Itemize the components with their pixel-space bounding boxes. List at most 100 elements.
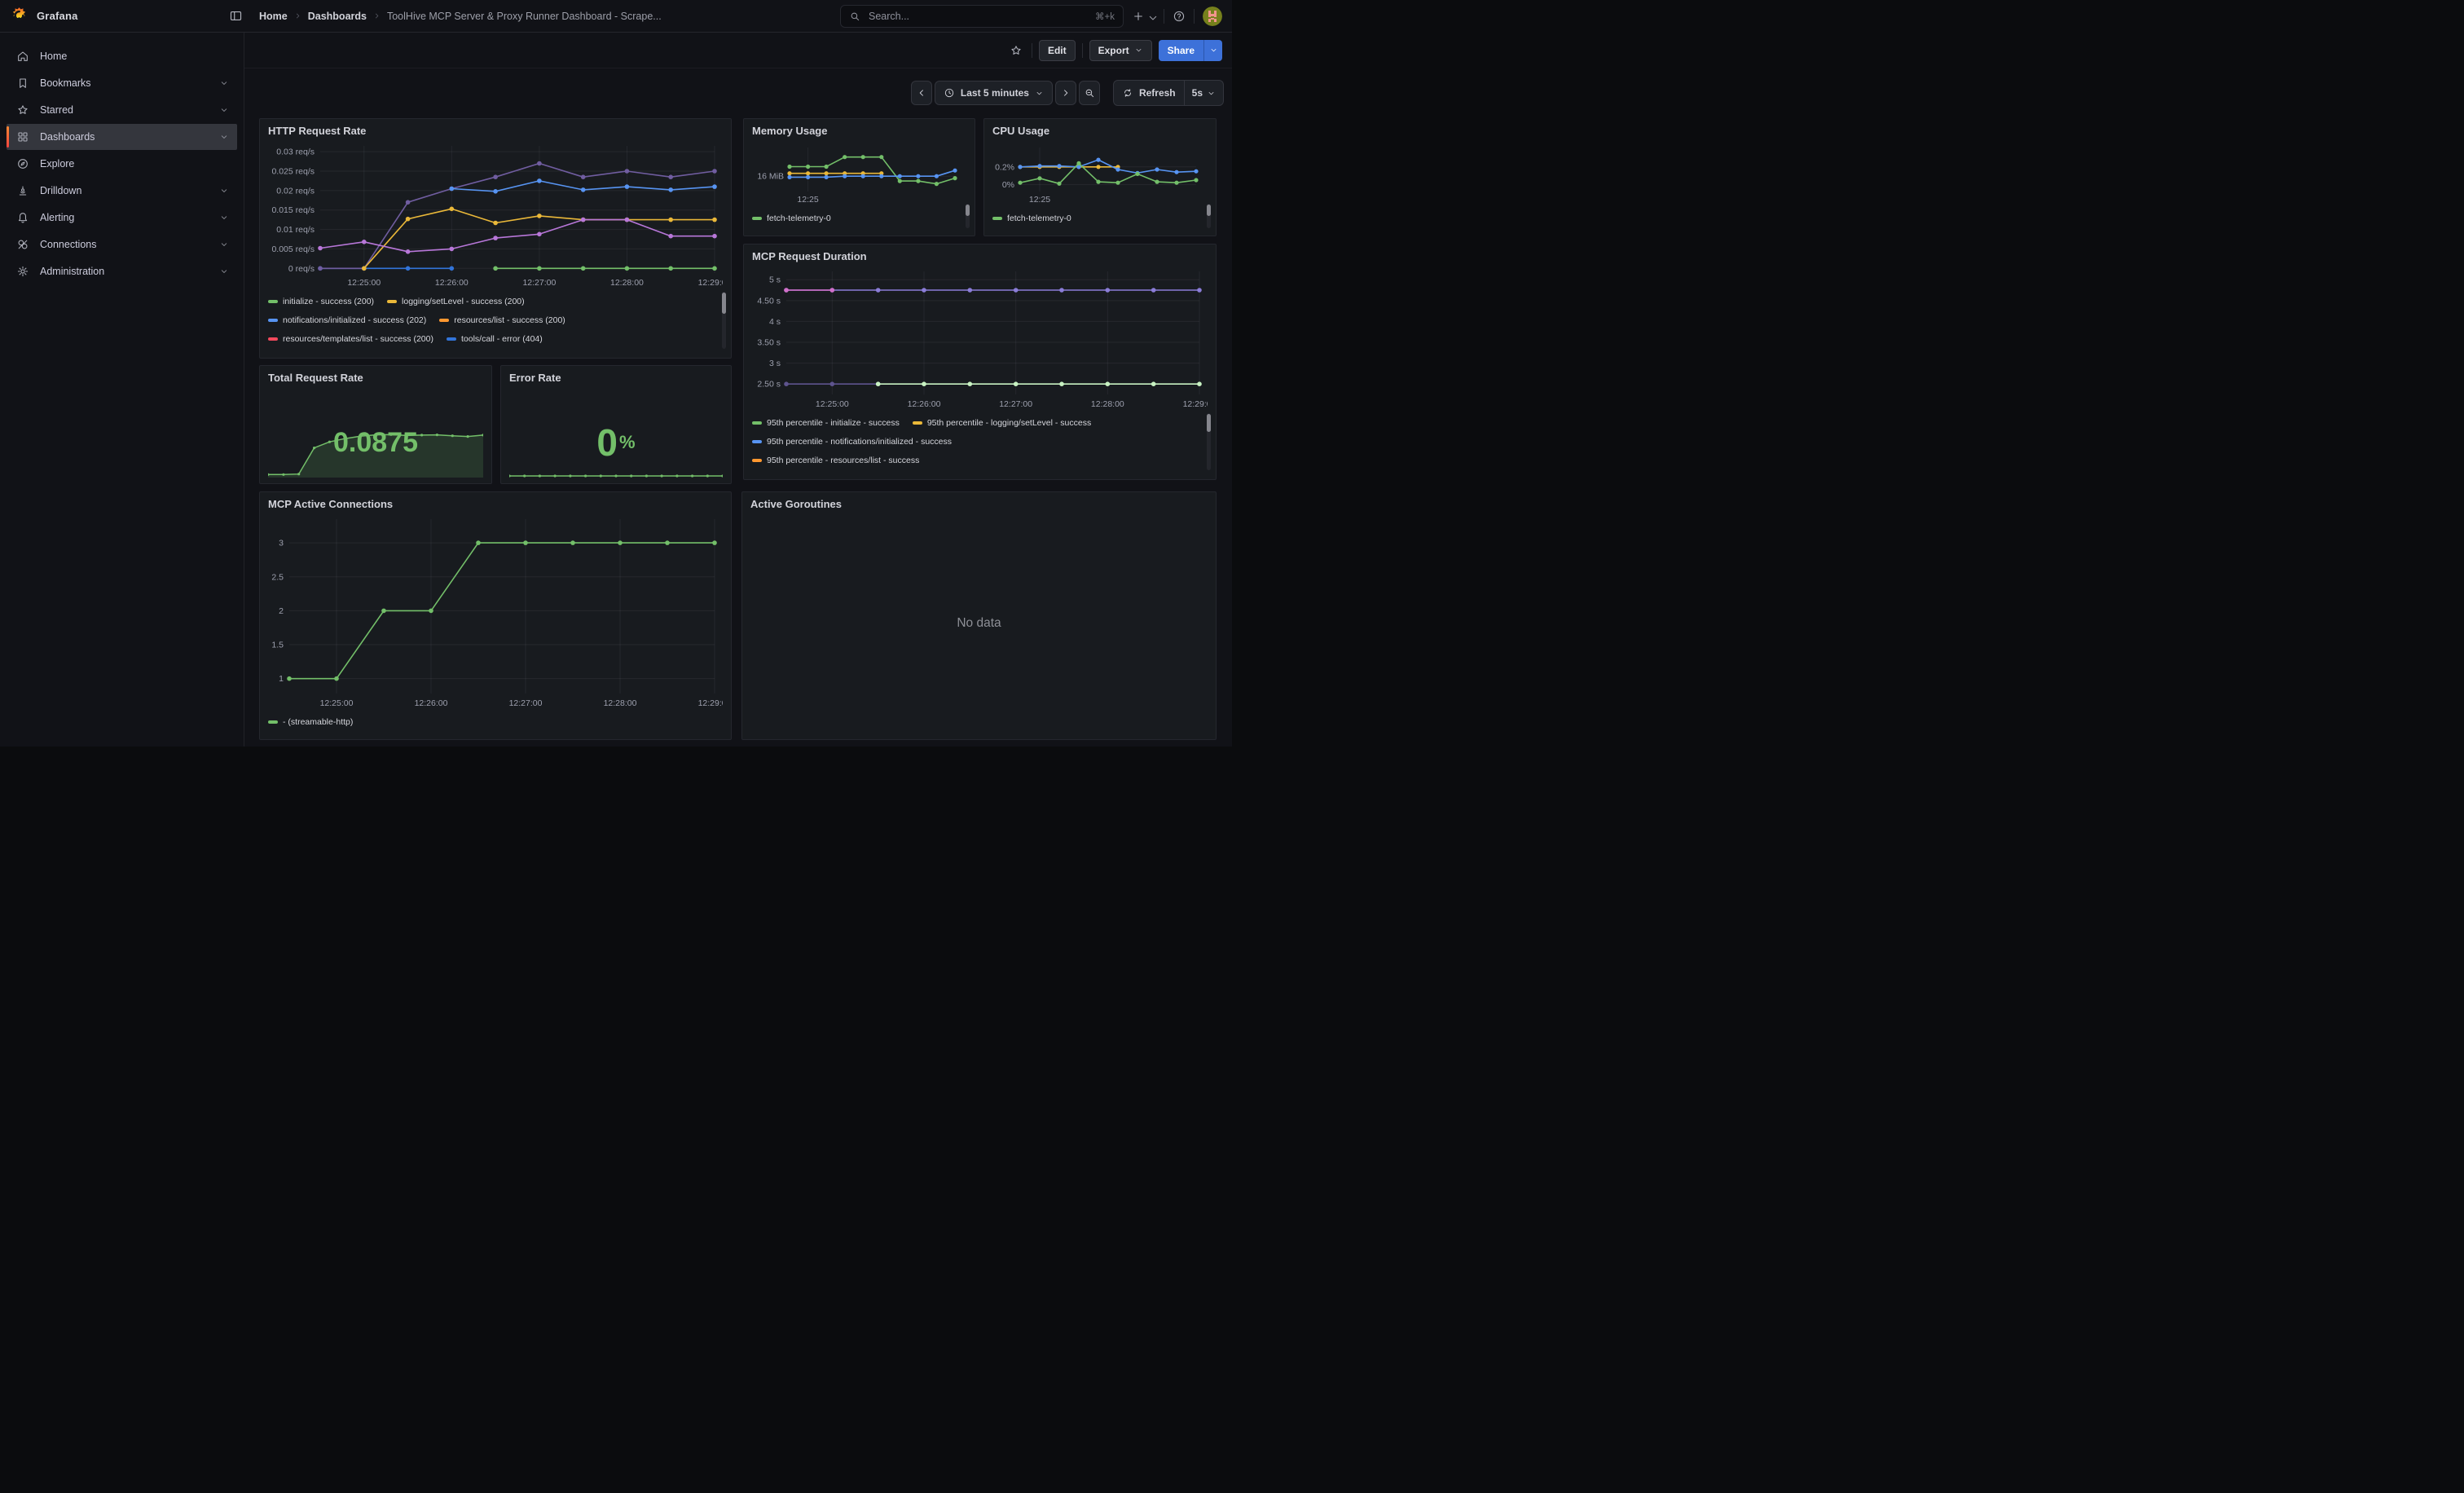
sidebar-item-label: Home [40, 51, 67, 62]
svg-text:12:25:00: 12:25:00 [320, 698, 354, 708]
time-shift-forward-button[interactable] [1055, 81, 1076, 105]
memory-usage-chart[interactable]: 16 MiB12:25 [752, 139, 966, 206]
sidebar-item-drilldown[interactable]: Drilldown [7, 178, 237, 204]
mcp-active-connections-chart[interactable]: 11.522.5312:25:0012:26:0012:27:0012:28:0… [268, 513, 723, 710]
chevron-down-icon [219, 266, 229, 276]
search-input[interactable] [867, 10, 1089, 23]
time-shift-back-button[interactable] [911, 81, 932, 105]
edit-button[interactable]: Edit [1039, 40, 1076, 61]
product-name: Grafana [37, 10, 78, 22]
help-button[interactable] [1173, 10, 1186, 23]
sidebar-item-explore[interactable]: Explore [7, 151, 237, 177]
user-avatar[interactable] [1203, 7, 1222, 26]
stat-value-wrap: 0.0875 [268, 386, 483, 478]
sidebar-item-dashboards[interactable]: Dashboards [7, 124, 237, 150]
time-range-label: Last 5 minutes [961, 87, 1029, 99]
svg-text:3: 3 [279, 539, 284, 548]
sidebar-item-starred[interactable]: Starred [7, 97, 237, 123]
svg-text:12:25:00: 12:25:00 [816, 399, 849, 409]
sidebar-item-administration[interactable]: Administration [7, 258, 237, 284]
grafana-logo-icon[interactable] [10, 7, 29, 25]
time-range-picker[interactable]: Last 5 minutes [935, 81, 1053, 105]
http-legend: initialize - success (200) logging/setLev… [268, 292, 723, 352]
legend-item[interactable]: notifications/initialized - success (202… [268, 315, 426, 325]
refresh-interval-picker[interactable]: 5s [1184, 81, 1223, 105]
scrollbar-thumb[interactable] [1207, 414, 1211, 432]
svg-text:12:27:00: 12:27:00 [999, 399, 1032, 409]
svg-text:4 s: 4 s [769, 317, 781, 327]
legend-item[interactable]: resources/list - success (200) [439, 315, 565, 325]
panel-title[interactable]: Memory Usage [752, 123, 966, 139]
legend-series-color [268, 300, 278, 303]
legend-item[interactable]: - (streamable-http) [268, 717, 353, 727]
total-request-rate-value: 0.0875 [333, 429, 418, 456]
chevron-down-icon [1035, 89, 1044, 98]
panel-title[interactable]: MCP Active Connections [268, 496, 723, 513]
bookmark-icon [16, 77, 29, 90]
share-menu-button[interactable] [1203, 40, 1222, 61]
share-button-group: Share [1159, 40, 1222, 61]
breadcrumb-dashboards[interactable]: Dashboards [308, 11, 367, 22]
sidebar-item-alerting[interactable]: Alerting [7, 205, 237, 231]
breadcrumb: Home Dashboards ToolHive MCP Server & Pr… [259, 11, 662, 22]
legend-series-label: 95th percentile - notifications/initiali… [767, 437, 952, 447]
main-content: Edit Export Share Last 5 minutes [244, 33, 1232, 746]
panel-cpu-usage: CPU Usage 0.2%0%12:25 fetch-telemetry-0 [983, 118, 1217, 236]
legend-series-label: resources/templates/list - success (200) [283, 334, 433, 344]
star-icon [16, 103, 29, 117]
legend-item[interactable]: tools/call - error (404) [447, 334, 543, 344]
legend-item[interactable]: 95th percentile - logging/setLevel - suc… [913, 418, 1091, 428]
http-request-rate-chart[interactable]: 0 req/s0.005 req/s0.01 req/s0.015 req/s0… [268, 139, 723, 289]
legend-item[interactable]: resources/templates/list - success (200) [268, 334, 433, 344]
scrollbar-thumb[interactable] [966, 205, 970, 216]
legend-item[interactable]: logging/setLevel - success (200) [387, 297, 525, 306]
legend-series-color [752, 217, 762, 220]
export-label: Export [1098, 45, 1129, 56]
legend-scrollbar [1207, 204, 1211, 228]
mcp-request-duration-chart[interactable]: 2.50 s3 s3.50 s4 s4.50 s5 s12:25:0012:26… [752, 265, 1208, 411]
legend-item[interactable]: 95th percentile - notifications/initiali… [752, 437, 952, 447]
grafana-app: Grafana Home Dashboards ToolHive MCP Ser… [0, 0, 1232, 746]
legend-series-color [387, 300, 397, 303]
breadcrumb-home[interactable]: Home [259, 11, 288, 22]
sidebar-toggle-button[interactable] [227, 7, 244, 25]
sidebar-item-label: Administration [40, 266, 104, 277]
search-box[interactable]: ⌘+k [840, 5, 1124, 28]
sidebar-item-home[interactable]: Home [7, 43, 237, 69]
legend-series-color [752, 421, 762, 425]
legend-item[interactable]: fetch-telemetry-0 [752, 214, 831, 223]
scrollbar-thumb[interactable] [1207, 205, 1211, 216]
panel-title[interactable]: HTTP Request Rate [268, 123, 723, 139]
panel-title[interactable]: Total Request Rate [268, 370, 483, 386]
star-icon [1010, 44, 1023, 57]
sidebar-item-bookmarks[interactable]: Bookmarks [7, 70, 237, 96]
panel-title[interactable]: Active Goroutines [750, 496, 1208, 513]
svg-text:12:27:00: 12:27:00 [522, 278, 556, 288]
legend-item[interactable]: initialize - success (200) [268, 297, 374, 306]
add-button[interactable] [1132, 10, 1155, 23]
edit-label: Edit [1048, 45, 1067, 56]
scrollbar-thumb[interactable] [722, 293, 726, 314]
legend-series-label: - (streamable-http) [283, 717, 353, 727]
share-button[interactable]: Share [1159, 40, 1203, 61]
refresh-button[interactable]: Refresh [1114, 81, 1184, 105]
export-button[interactable]: Export [1089, 40, 1152, 61]
sidebar-nav: Home BookmarksStarredDashboardsExploreDri… [0, 43, 244, 284]
cpu-usage-chart[interactable]: 0.2%0%12:25 [992, 139, 1208, 206]
zoom-out-button[interactable] [1079, 81, 1100, 105]
legend-item[interactable]: fetch-telemetry-0 [992, 214, 1071, 223]
legend-scrollbar [722, 292, 726, 349]
legend-item[interactable]: 95th percentile - initialize - success [752, 418, 900, 428]
sidebar-item-connections[interactable]: Connections [7, 231, 237, 258]
panel-title[interactable]: CPU Usage [992, 123, 1208, 139]
svg-text:3 s: 3 s [769, 359, 781, 368]
legend-item[interactable]: 95th percentile - resources/list - succe… [752, 456, 919, 465]
error-rate-suffix: % [619, 432, 636, 453]
favorite-button[interactable] [1007, 42, 1025, 59]
panel-left-icon [229, 9, 243, 23]
legend-series-color [992, 217, 1002, 220]
svg-text:3.50 s: 3.50 s [757, 338, 781, 348]
chevron-down-icon [1207, 89, 1216, 98]
panel-title[interactable]: Error Rate [509, 370, 723, 386]
panel-title[interactable]: MCP Request Duration [752, 249, 1208, 265]
